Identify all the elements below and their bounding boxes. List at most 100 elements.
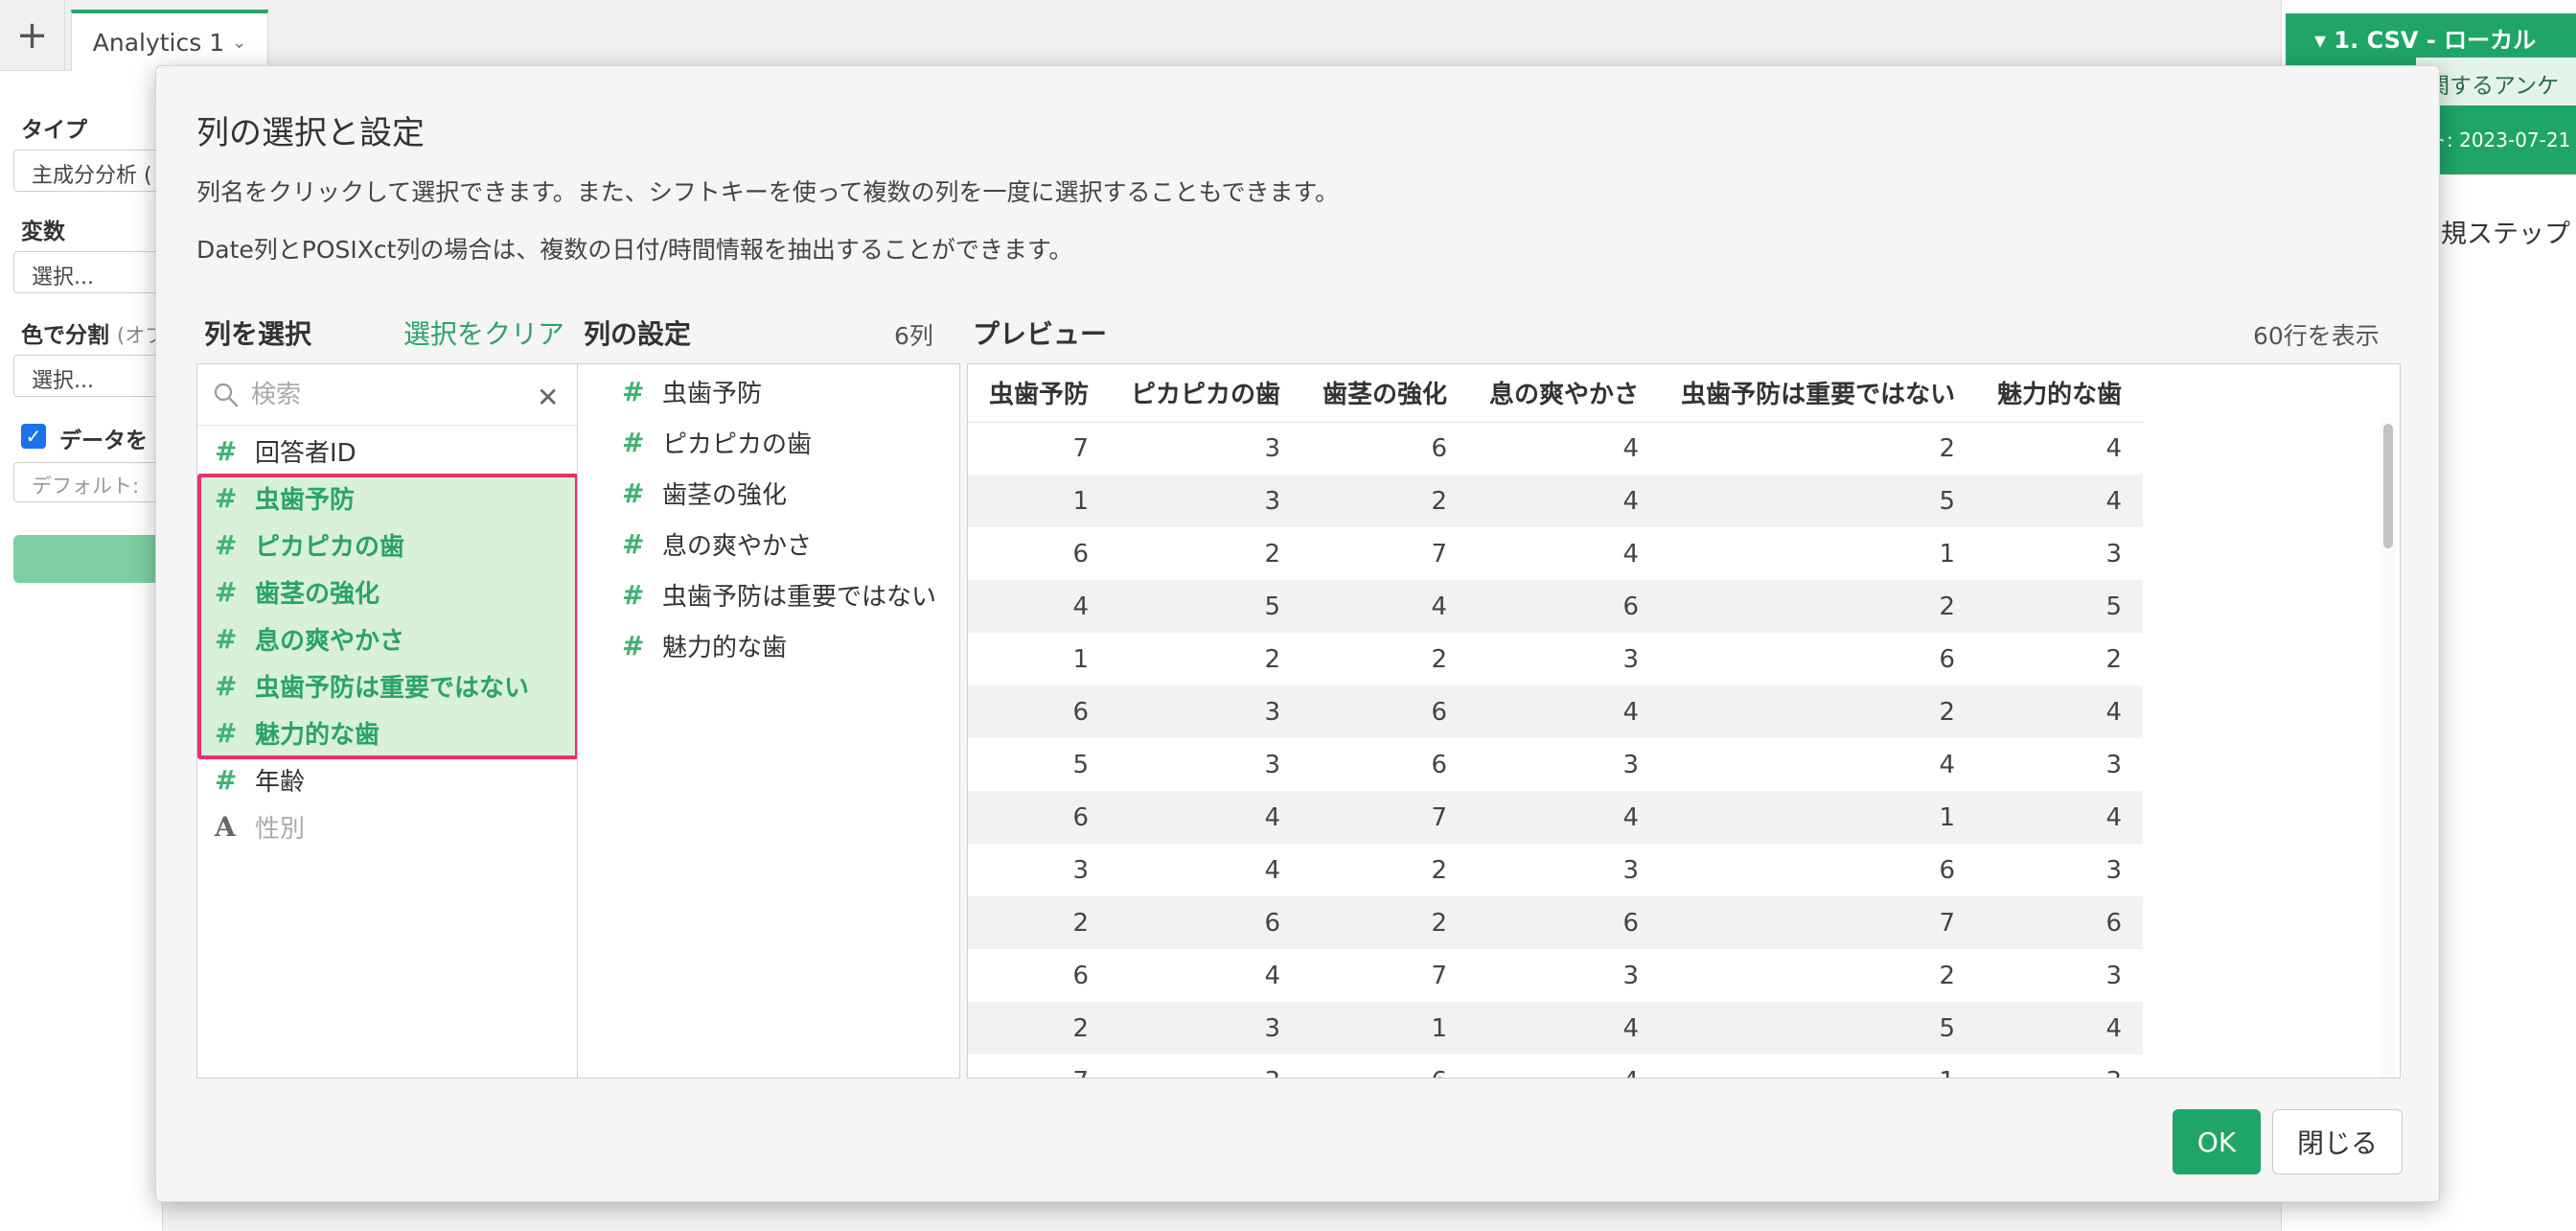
table-cell: 7 <box>1660 896 1977 949</box>
column-item[interactable]: # 魅力的な歯 <box>197 709 577 756</box>
table-cell: 3 <box>1622 961 1640 990</box>
selected-column-item[interactable]: # ピカピカの歯 <box>578 417 959 468</box>
table-cell: 6 <box>968 685 1111 738</box>
table-row: 262676 <box>968 896 2144 949</box>
numeric-icon: # <box>215 670 238 702</box>
table-header: 魅力的な歯 <box>1976 364 2144 423</box>
close-button[interactable]: 閉じる <box>2272 1109 2403 1174</box>
chevron-down-icon[interactable]: ⌄ <box>232 33 246 53</box>
column-select-dialog: 列の選択と設定 列名をクリックして選択できます。また、シフトキーを使って複数の列… <box>155 65 2440 1202</box>
column-item[interactable]: # 虫歯予防は重要ではない <box>197 662 577 709</box>
dialog-description-1: 列名をクリックして選択できます。また、シフトキーを使って複数の列を一度に選択する… <box>196 178 1340 206</box>
numeric-icon: # <box>622 376 645 407</box>
table-cell: 1 <box>1301 1002 1469 1055</box>
column-item[interactable]: # 歯茎の強化 <box>197 569 577 616</box>
table-cell: 6 <box>1431 750 1448 779</box>
table-cell: 2 <box>2105 644 2123 674</box>
table-row: 454625 <box>968 580 2144 633</box>
column-item[interactable]: A 性別 <box>197 803 577 850</box>
table-cell: 3 <box>1622 855 1640 885</box>
rows-shown: 60行を表示 <box>2253 322 2380 350</box>
table-cell: 4 <box>1468 1002 1661 1055</box>
color-split-label: 色で分割 (オプ <box>21 323 166 348</box>
data-checkbox[interactable]: ✓ <box>21 424 46 449</box>
selected-column-item[interactable]: # 歯茎の強化 <box>578 468 959 519</box>
table-row: 6 4 7 3 2 3 <box>968 949 2143 1002</box>
table-cell: 3 <box>1264 433 1281 463</box>
table-cell: 4 <box>1264 961 1281 990</box>
ok-button[interactable]: OK <box>2173 1109 2261 1174</box>
numeric-icon: # <box>622 477 645 509</box>
table-cell: 7 <box>1431 961 1448 990</box>
add-tab-button[interactable]: + <box>0 0 65 71</box>
table-cell: 3 <box>1110 1002 1302 1055</box>
table-cell: 5 <box>1976 580 2144 633</box>
table-cell: 2 <box>1939 961 1956 990</box>
numeric-icon: # <box>215 717 238 749</box>
table-cell: 3 <box>2105 539 2123 569</box>
table-cell: 6 <box>1976 896 2144 949</box>
column-list: # 回答者ID # 虫歯予防 # ピカピカの歯 # 歯茎の強化 # 息の爽やかさ # 虫歯予… <box>197 428 577 850</box>
search-input[interactable] <box>251 374 529 416</box>
column-item[interactable]: # 虫歯予防 <box>197 475 577 522</box>
table-row: 5 3 6 3 4 3 <box>968 738 2143 791</box>
table-cell: 3 <box>2105 750 2123 779</box>
table-cell: 4 <box>1622 539 1640 569</box>
table-cell: 4 <box>1468 791 1661 844</box>
column-settings-header: 列の設定 <box>584 318 692 350</box>
table-cell: 2 <box>968 896 1111 949</box>
table-cell: 6 <box>1301 1055 1468 1079</box>
table-cell: 7 <box>1431 539 1448 569</box>
table-header: 息の爽やかさ <box>1468 364 1661 423</box>
table-row: 647414 <box>968 791 2144 844</box>
table-cell: 7 <box>1072 433 1090 463</box>
column-item[interactable]: # 回答者ID <box>197 428 577 475</box>
selected-column-item[interactable]: # 魅力的な歯 <box>578 620 959 671</box>
numeric-icon: # <box>215 482 238 514</box>
column-item[interactable]: # 息の爽やかさ <box>197 616 577 662</box>
table-cell: 4 <box>1468 475 1661 527</box>
table-cell: 3 <box>1110 685 1302 738</box>
numeric-icon: # <box>622 579 645 611</box>
table-cell: 4 <box>2105 433 2123 463</box>
preview-body: 7364241324546274134546251223626364245363… <box>968 422 2144 1079</box>
table-cell: 2 <box>968 1002 1111 1055</box>
clear-selection-link[interactable]: 選択をクリア <box>403 314 564 352</box>
table-cell: 3 <box>1622 644 1640 674</box>
table-cell: 2 <box>1264 539 1281 569</box>
table-cell: 2 <box>1431 855 1448 885</box>
table-cell: 4 <box>1622 433 1640 463</box>
close-icon[interactable]: ✕ <box>537 382 559 413</box>
table-cell: 6 <box>1110 896 1302 949</box>
table-cell: 4 <box>1976 685 2144 738</box>
table-cell: 5 <box>1660 475 1977 527</box>
table-cell: 3 <box>1110 475 1302 527</box>
numeric-icon: # <box>215 529 238 561</box>
column-item[interactable]: # 年齢 <box>197 756 577 803</box>
selected-column-item[interactable]: # 虫歯予防は重要ではない <box>578 569 959 620</box>
column-settings-panel: # 虫歯予防 # ピカピカの歯 # 歯茎の強化 # 息の爽やかさ # 虫歯予防は重要ではな… <box>577 363 960 1079</box>
table-cell: 6 <box>1468 580 1661 633</box>
table-cell: 1 <box>1660 791 1977 844</box>
column-item[interactable]: # ピカピカの歯 <box>197 522 577 569</box>
table-cell: 7 <box>1301 791 1469 844</box>
numeric-icon: # <box>215 435 238 467</box>
table-cell: 6 <box>968 791 1111 844</box>
table-cell: 2 <box>1660 580 1977 633</box>
new-step-link[interactable]: 規ステップ <box>2441 213 2570 250</box>
table-cell: 6 <box>1301 685 1469 738</box>
tab-analytics[interactable]: Analytics 1 ⌄ <box>71 10 268 71</box>
preview-panel: 虫歯予防 ピカピカの歯 歯茎の強化 息の爽やかさ 虫歯予防は重要ではない 魅力的… <box>967 363 2401 1079</box>
selected-column-item[interactable]: # 息の爽やかさ <box>578 519 959 569</box>
numeric-icon: # <box>215 576 238 608</box>
table-cell: 4 <box>1976 1002 2144 1055</box>
selected-column-item[interactable]: # 虫歯予防 <box>578 366 959 417</box>
scrollbar-thumb[interactable] <box>2383 424 2393 548</box>
table-cell: 2 <box>1301 475 1469 527</box>
search-bar: ✕ <box>197 364 577 426</box>
table-row: 636424 <box>968 685 2144 738</box>
left-settings-panel: タイプ 主成分分析 ( 変数 選択... 色で分割 (オプ 選択... ✓ デー… <box>0 71 186 1231</box>
step-subtitle: 関するアンケ <box>2416 58 2576 105</box>
table-cell: 3 <box>1622 750 1640 779</box>
table-cell: 4 <box>968 580 1111 633</box>
